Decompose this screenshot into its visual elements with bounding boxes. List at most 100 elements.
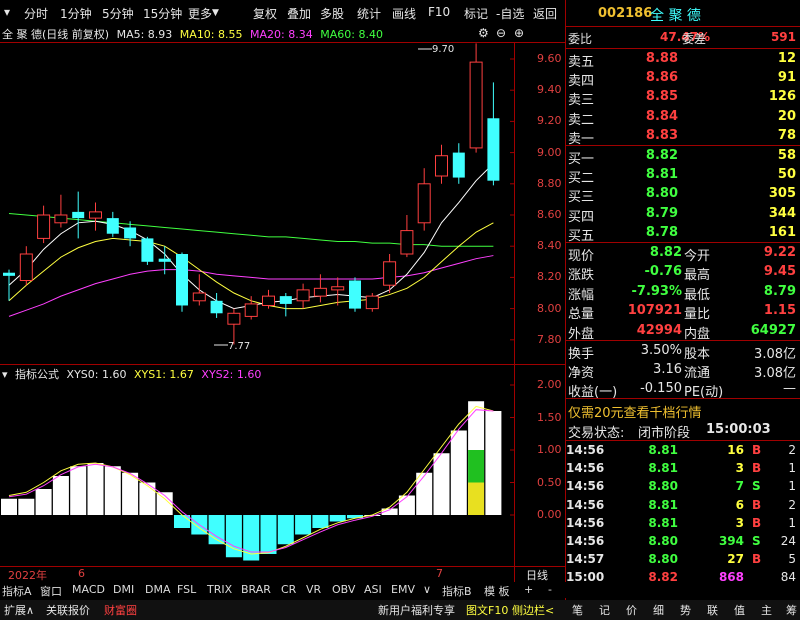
back-button[interactable]: 返回 bbox=[533, 5, 557, 22]
tick-count: 1 bbox=[788, 515, 796, 530]
period-label[interactable]: 日线 bbox=[526, 567, 548, 583]
candle-up bbox=[469, 61, 483, 149]
tab-15min[interactable]: 15分钟 bbox=[143, 5, 182, 22]
price-tick: 8.60 bbox=[537, 208, 562, 221]
tab-macd[interactable]: MACD bbox=[72, 583, 105, 596]
sidebar-tab-link[interactable]: 联 bbox=[707, 602, 718, 618]
indicator-chart[interactable] bbox=[0, 365, 514, 566]
chevron-down-icon[interactable]: ▼ bbox=[212, 8, 219, 18]
sidebar-tab-main[interactable]: 主 bbox=[761, 602, 772, 618]
indicator-tabs: 指标A 窗口 MACD DMI DMA FSL TRIX BRAR CR VR … bbox=[0, 582, 566, 598]
price-tick: 8.20 bbox=[537, 270, 562, 284]
sidebar-tab-record[interactable]: 记 bbox=[599, 602, 610, 618]
new-user-benefit-link[interactable]: 新用户福利专享 bbox=[378, 602, 455, 618]
sidebar-tab-price[interactable]: 价 bbox=[626, 602, 637, 618]
sell-order-volume: 91 bbox=[777, 70, 796, 86]
tick-volume: 7 bbox=[735, 479, 744, 494]
tick-volume: 16 bbox=[727, 443, 744, 457]
tab-trix[interactable]: TRIX bbox=[207, 583, 232, 596]
remove-tab-button[interactable]: - bbox=[548, 583, 552, 596]
tab-more-dropdown[interactable]: ∨ bbox=[423, 583, 431, 596]
tab-asi[interactable]: ASI bbox=[364, 583, 382, 596]
settings-icon[interactable]: ⚙ bbox=[478, 26, 489, 40]
tab-1min[interactable]: 1分钟 bbox=[60, 5, 92, 22]
buy-order-price: 8.81 bbox=[645, 167, 678, 183]
sell-order-price: 8.88 bbox=[645, 51, 678, 66]
tab-brar[interactable]: BRAR bbox=[241, 583, 271, 596]
toolbar: ▾ 分时 1分钟 5分钟 15分钟 更多 ▼ 复权 叠加 多股 统计 画线 F1… bbox=[0, 0, 566, 26]
tick-price: 8.81 bbox=[648, 461, 678, 476]
indicator-bar bbox=[485, 411, 502, 515]
restore-button[interactable]: 复权 bbox=[253, 5, 277, 22]
indicator-bar bbox=[260, 515, 277, 554]
tick-price: 8.81 bbox=[648, 497, 678, 512]
quote-value: 42994 bbox=[636, 322, 682, 338]
sidebar-tab-notes[interactable]: 笔 bbox=[572, 602, 583, 618]
trade-status-label: 交易状态: bbox=[568, 426, 625, 441]
stock-code: 002186 bbox=[598, 6, 653, 21]
tick-time: 15:00 bbox=[566, 570, 605, 585]
buy-order-price: 8.78 bbox=[645, 224, 678, 240]
expand-button[interactable]: 扩展∧ bbox=[4, 602, 34, 618]
plus-icon[interactable]: ⊕ bbox=[514, 26, 524, 40]
tab-dmi[interactable]: DMI bbox=[113, 583, 134, 596]
candle-up bbox=[331, 286, 345, 291]
tab-dma[interactable]: DMA bbox=[145, 583, 171, 596]
graphic-f10-button[interactable]: 图文F10 bbox=[466, 602, 508, 618]
multi-stock-button[interactable]: 多股 bbox=[320, 5, 344, 22]
stats-button[interactable]: 统计 bbox=[357, 5, 381, 22]
buy-order-label: 买三 bbox=[568, 190, 595, 206]
tab-fsl[interactable]: FSL bbox=[177, 583, 196, 596]
toolbar-menu-icon[interactable]: ▾ bbox=[4, 5, 10, 19]
quote-value: 8.82 bbox=[649, 245, 682, 260]
tick-volume: 394 bbox=[718, 534, 744, 548]
sidebar-tab-detail[interactable]: 细 bbox=[653, 602, 664, 618]
tab-more[interactable]: 更多 bbox=[188, 5, 212, 22]
tab-timeshare[interactable]: 分时 bbox=[24, 5, 48, 22]
stat-label: 净资 bbox=[568, 366, 595, 381]
buy-order-label: 买一 bbox=[568, 152, 595, 167]
tab-template[interactable]: 模 板 bbox=[484, 583, 510, 599]
tick-price: 8.82 bbox=[648, 570, 678, 585]
tab-window[interactable]: 窗口 bbox=[40, 583, 62, 599]
tick-volume: 868 bbox=[718, 570, 744, 585]
tab-obv[interactable]: OBV bbox=[332, 583, 355, 596]
candle-up bbox=[296, 289, 310, 302]
ma10-label: MA10: 8.55 bbox=[179, 28, 243, 41]
sidebar-tab-trend[interactable]: 势 bbox=[680, 602, 691, 618]
sidebar-tab-chips[interactable]: 筹 bbox=[786, 602, 797, 618]
tab-indicator-b[interactable]: 指标B bbox=[442, 583, 472, 599]
add-tab-button[interactable]: + bbox=[524, 583, 533, 596]
indicator-bar bbox=[18, 498, 35, 515]
tab-vr[interactable]: VR bbox=[306, 583, 321, 596]
tick-time: 14:56 bbox=[566, 461, 605, 476]
tab-cr[interactable]: CR bbox=[281, 583, 296, 596]
add-watchlist-button[interactable]: -自选 bbox=[496, 5, 524, 22]
indicator-bar bbox=[416, 472, 433, 515]
tick-count: 1 bbox=[788, 479, 796, 494]
sidebar-toggle-button[interactable]: 侧边栏< bbox=[512, 602, 554, 618]
related-quotes-button[interactable]: 关联报价 bbox=[46, 602, 90, 618]
quote-label: 内盘 bbox=[684, 326, 711, 342]
quote-value: 107921 bbox=[627, 303, 682, 319]
candle-up bbox=[383, 261, 397, 286]
tick-time: 14:57 bbox=[566, 552, 605, 567]
mark-button[interactable]: 标记 bbox=[464, 5, 488, 22]
f10-button[interactable]: F10 bbox=[428, 5, 450, 19]
tick-count: 2 bbox=[788, 443, 796, 457]
buy-order-volume: 58 bbox=[777, 148, 796, 163]
promo-link[interactable]: 仅需20元查看千档行情 bbox=[568, 402, 702, 421]
minus-icon[interactable]: ⊖ bbox=[496, 26, 506, 40]
quote-value: -0.76 bbox=[644, 264, 682, 280]
wealth-circle-button[interactable]: 财富圈 bbox=[104, 602, 137, 618]
tab-5min[interactable]: 5分钟 bbox=[102, 5, 134, 22]
sidebar-tab-value[interactable]: 值 bbox=[734, 602, 745, 618]
tab-indicator-a[interactable]: 指标A bbox=[2, 583, 32, 599]
quote-label: 量比 bbox=[684, 307, 711, 323]
tab-emv[interactable]: EMV bbox=[391, 583, 415, 596]
overlay-button[interactable]: 叠加 bbox=[287, 5, 311, 22]
draw-line-button[interactable]: 画线 bbox=[392, 5, 416, 22]
tick-count: 2 bbox=[788, 497, 796, 512]
kline-chart[interactable]: 9.70 7.77 bbox=[0, 43, 514, 364]
indicator-tick: 0.50 bbox=[537, 475, 562, 489]
